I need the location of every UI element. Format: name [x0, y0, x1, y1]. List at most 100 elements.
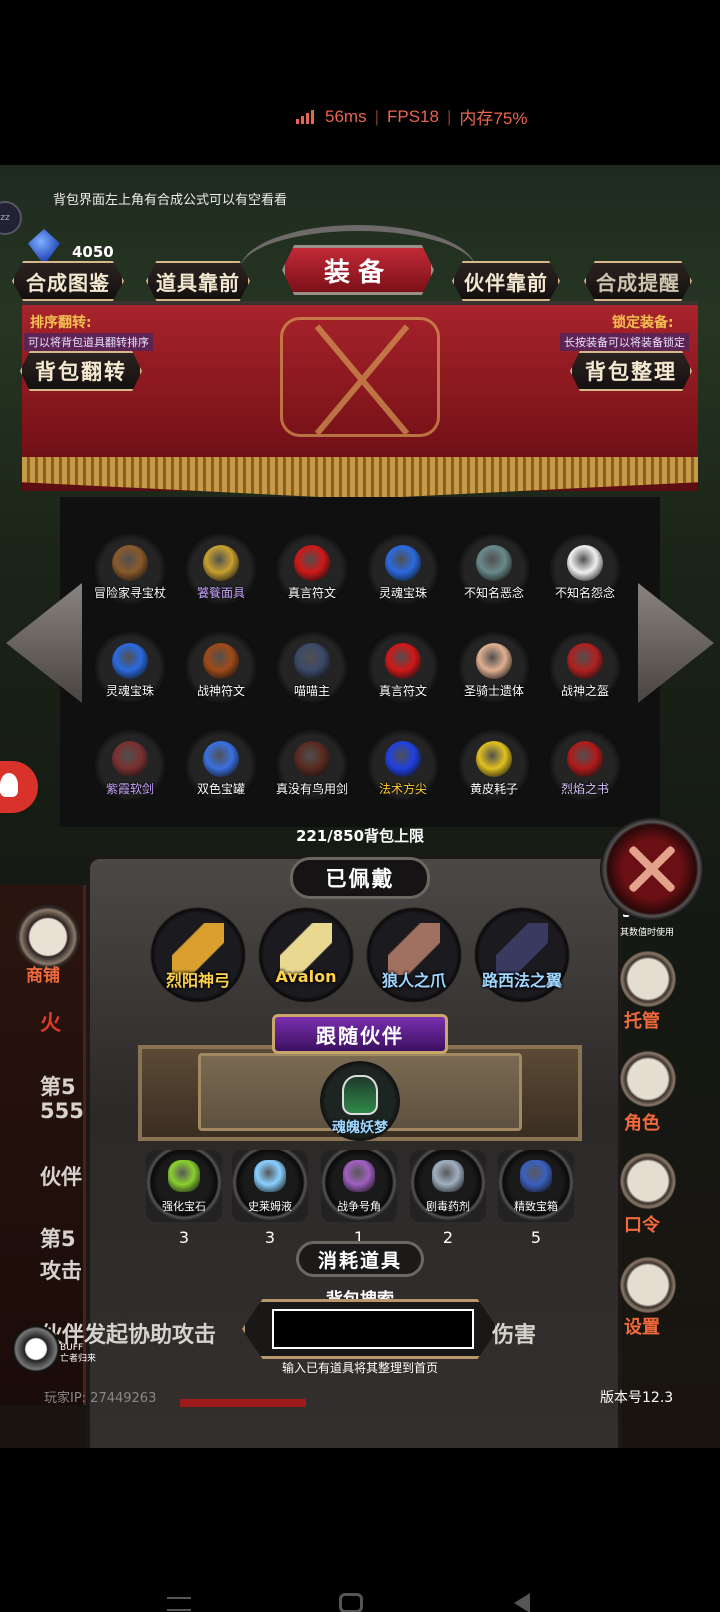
inventory-slot[interactable]: 不知名怨念 — [547, 531, 623, 607]
equipped-slot[interactable]: 烈阳神弓 — [150, 907, 246, 1003]
inventory-slot[interactable]: 法术方尖 — [365, 727, 441, 803]
equipped-slot-label: 烈阳神弓 — [165, 971, 230, 990]
inventory-slot[interactable]: 灵魂宝珠 — [365, 531, 441, 607]
search-hint: 输入已有道具将其整理到首页 — [281, 1361, 438, 1375]
items-first-button[interactable]: 道具靠前 — [146, 261, 250, 301]
inventory-slot-label: 双色宝罐 — [196, 782, 245, 796]
close-button[interactable] — [600, 817, 704, 921]
skull-buff-icon[interactable] — [12, 1325, 60, 1373]
inventory-slot[interactable]: 双色宝罐 — [183, 727, 259, 803]
inventory-slot[interactable]: 灵魂宝珠 — [92, 629, 168, 705]
lock-title: 锁定装备: — [612, 315, 674, 331]
partner-first-button[interactable]: 伙伴靠前 — [452, 261, 560, 301]
consumable-label: 剧毒药剂 — [426, 1200, 470, 1213]
system-navbar — [0, 1585, 720, 1612]
inventory-slot-label: 法术方尖 — [378, 782, 427, 796]
inventory-slot[interactable]: 真言符文 — [274, 531, 350, 607]
inventory-slot-label: 不知名恶念 — [463, 586, 524, 600]
role-icon[interactable] — [620, 1051, 676, 1107]
tip-text: 背包界面左上角有合成公式可以有空看看 — [53, 193, 288, 208]
blade-icon — [294, 741, 330, 777]
book-icon — [567, 741, 603, 777]
log-line-3a: 第5 — [40, 1227, 76, 1251]
consumable-count: 3 — [178, 1228, 190, 1247]
log-line-1b: 555 — [40, 1099, 84, 1123]
consumable-slot[interactable]: 战争号角 — [321, 1150, 397, 1222]
inventory-slot-label: 冒险家寻宝杖 — [93, 586, 166, 600]
inventory-slot[interactable]: 喵喵主 — [274, 629, 350, 705]
inventory-slot[interactable]: 真言符文 — [365, 629, 441, 705]
inventory-slot-label: 真言符文 — [378, 684, 427, 698]
player-ip: 玩家IP: 27449263 — [44, 1391, 157, 1406]
code-icon[interactable] — [620, 1153, 676, 1209]
equipped-slot[interactable]: Avalon — [258, 907, 354, 1003]
inventory-slot[interactable]: 不知名恶念 — [456, 531, 532, 607]
inventory-slot[interactable]: 战神之盔 — [547, 629, 623, 705]
back-icon[interactable] — [514, 1593, 530, 1612]
cat-lord-icon — [294, 643, 330, 679]
friend-badge-icon[interactable] — [0, 761, 38, 813]
consumable-count: 2 — [442, 1228, 454, 1247]
inventory-slot-label: 黄皮耗子 — [469, 782, 518, 796]
equipped-slot[interactable]: 狼人之爪 — [366, 907, 462, 1003]
war-rune-icon — [203, 643, 239, 679]
inventory-slot[interactable]: 圣骑士遗体 — [456, 629, 532, 705]
inventory-slot[interactable]: 黄皮耗子 — [456, 727, 532, 803]
search-input[interactable] — [272, 1309, 474, 1349]
poison-icon — [432, 1160, 464, 1192]
code-label[interactable]: 口令 — [624, 1211, 660, 1237]
performance-readout: 56ms | FPS18 | 内存75% — [296, 104, 527, 129]
consumable-count: 3 — [264, 1228, 276, 1247]
inventory-slot[interactable]: 真没有鸟用剑 — [274, 727, 350, 803]
gear-icon[interactable] — [620, 1257, 676, 1313]
small-avatar[interactable]: zz — [0, 201, 22, 235]
bag-organize-button[interactable]: 背包整理 — [570, 351, 692, 391]
sword-icon — [112, 741, 148, 777]
inventory-slot-label: 喵喵主 — [293, 684, 330, 698]
companion-title: 跟随伙伴 — [272, 1014, 448, 1054]
role-label[interactable]: 角色 — [624, 1109, 660, 1135]
bag-flip-button[interactable]: 背包翻转 — [20, 351, 142, 391]
consumable-label: 史莱姆液 — [248, 1200, 292, 1213]
next-page-arrow-icon[interactable] — [638, 583, 714, 703]
shop-label[interactable]: 商铺 — [26, 961, 60, 986]
mouse-icon — [476, 741, 512, 777]
consumable-slot[interactable]: 精致宝箱 — [498, 1150, 574, 1222]
shop-icon[interactable] — [16, 905, 80, 969]
consumable-slot[interactable]: 强化宝石 — [146, 1150, 222, 1222]
signal-icon — [296, 109, 314, 124]
consumable-slot[interactable]: 史莱姆液 — [232, 1150, 308, 1222]
mask-icon — [203, 545, 239, 581]
ghost-icon — [476, 545, 512, 581]
synth-hint-button[interactable]: 合成提醒 — [584, 261, 692, 301]
lock-subtitle: 长按装备可以将装备锁定 — [560, 333, 689, 351]
equipped-slot[interactable]: 路西法之翼 — [474, 907, 570, 1003]
inventory-slot[interactable]: 冒险家寻宝杖 — [92, 531, 168, 607]
equipped-slot-label: 狼人之爪 — [381, 971, 446, 990]
home-icon[interactable] — [339, 1593, 363, 1612]
log-line-4b: 伤害 — [492, 1323, 537, 1348]
synth-catalog-button[interactable]: 合成图鉴 — [12, 261, 124, 301]
inventory-slot-label: 圣骑士遗体 — [463, 684, 524, 698]
recent-apps-icon[interactable] — [167, 1597, 191, 1611]
sort-title: 排序翻转: — [30, 315, 92, 331]
status-bar: 56ms | FPS18 | 内存75% — [0, 0, 720, 165]
buff-label: BUFF 亡者归来 — [60, 1343, 96, 1365]
diamond-icon — [28, 229, 60, 265]
ip-bar — [180, 1399, 306, 1407]
prev-page-arrow-icon[interactable] — [6, 583, 82, 703]
inventory-slot[interactable]: 战神符文 — [183, 629, 259, 705]
manage-label[interactable]: 托管 — [624, 1007, 660, 1033]
equipped-slot-label: Avalon — [275, 967, 337, 986]
sort-subtitle: 可以将背包道具翻转排序 — [24, 333, 153, 351]
inventory-slot[interactable]: 饕餮面具 — [183, 531, 259, 607]
memory-text: 内存75% — [459, 109, 528, 128]
inventory-slot[interactable]: 烈焰之书 — [547, 727, 623, 803]
dice-icon[interactable] — [620, 951, 676, 1007]
inventory-slot[interactable]: 紫霞软剑 — [92, 727, 168, 803]
settings-label[interactable]: 设置 — [624, 1313, 660, 1339]
consumable-label: 精致宝箱 — [514, 1200, 558, 1213]
log-line-2: 伙伴 — [40, 1165, 82, 1189]
inventory-slot-label: 紫霞软剑 — [105, 782, 154, 796]
consumable-slot[interactable]: 剧毒药剂 — [410, 1150, 486, 1222]
